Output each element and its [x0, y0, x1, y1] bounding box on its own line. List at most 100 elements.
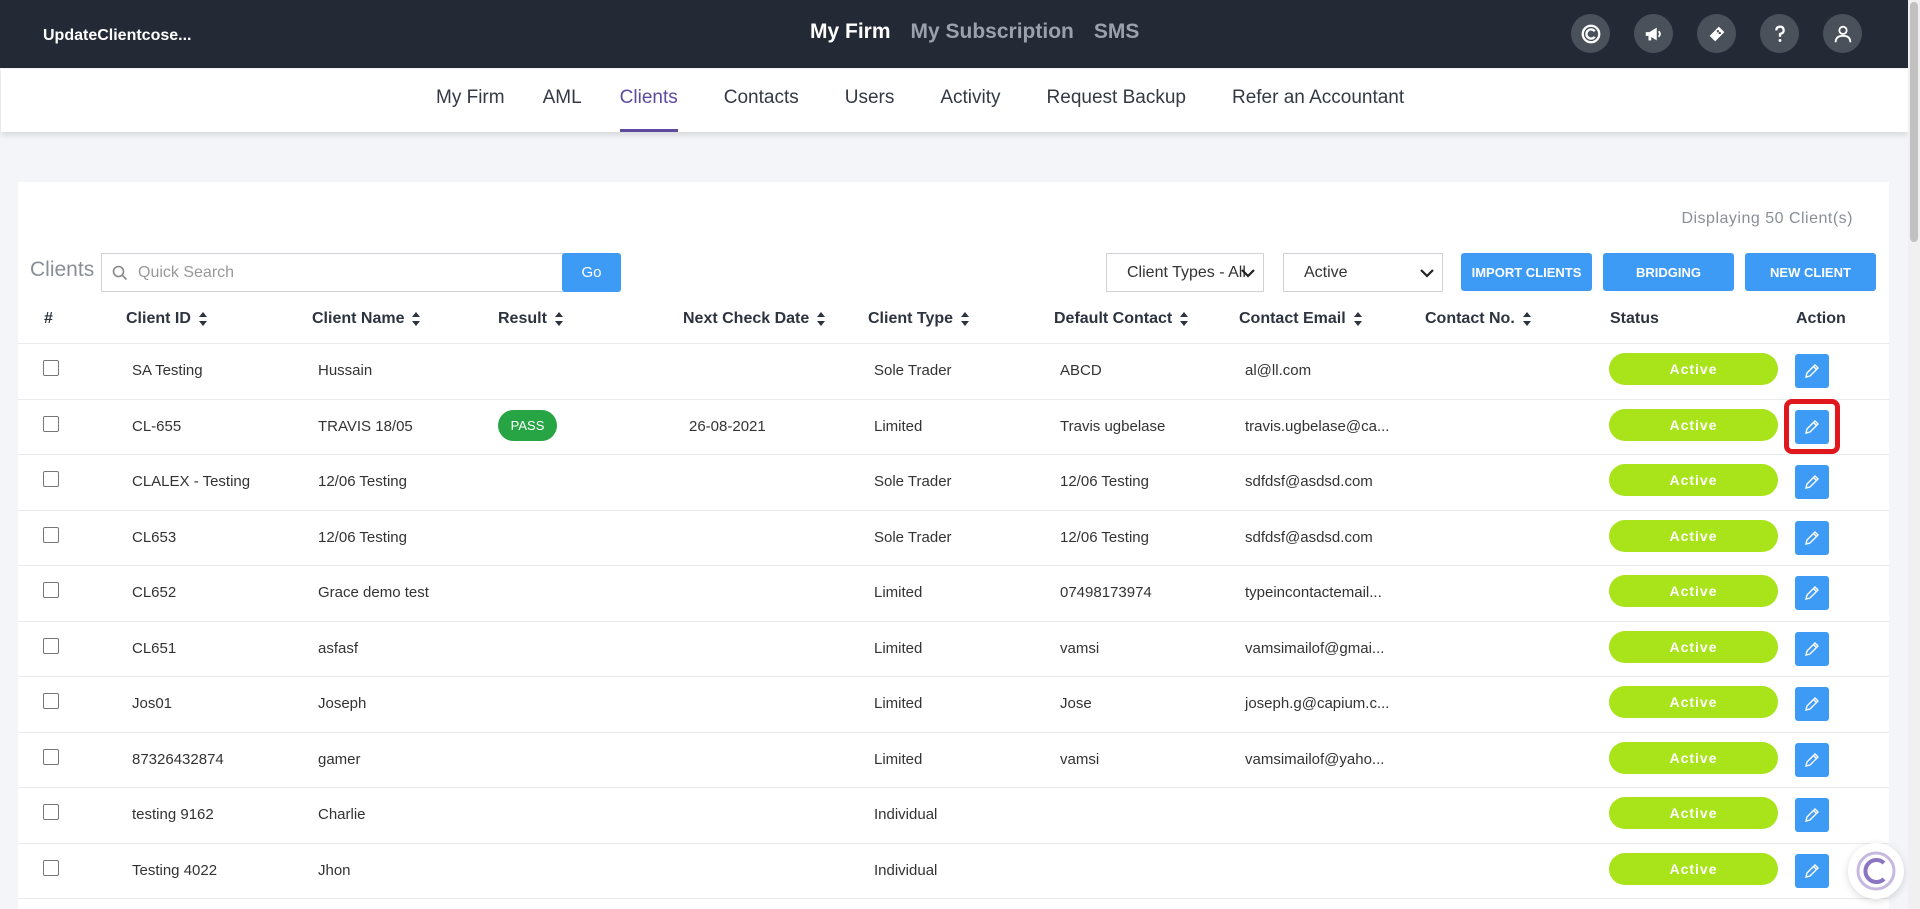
import-clients-button[interactable]: IMPORT CLIENTS: [1461, 253, 1592, 291]
capium-logo-icon[interactable]: [1571, 14, 1610, 53]
header-label: Next Check Date: [683, 310, 810, 327]
cell-contact-email: sdfdsf@asdsd.com: [1245, 528, 1373, 546]
edit-client-button[interactable]: [1795, 687, 1829, 721]
megaphone-icon[interactable]: [1634, 14, 1673, 53]
header-hash-label: #: [44, 310, 53, 327]
client-types-select[interactable]: Client Types - All: [1106, 253, 1264, 292]
row-checkbox[interactable]: [43, 748, 59, 765]
tab-my-firm[interactable]: My Firm: [436, 87, 505, 132]
edit-client-button[interactable]: [1795, 465, 1829, 499]
sort-icon[interactable]: [412, 312, 421, 326]
page-scrollbar[interactable]: [1908, 0, 1920, 909]
sort-icon[interactable]: [198, 312, 207, 326]
help-icon[interactable]: [1760, 14, 1799, 53]
top-nav-my-firm[interactable]: My Firm: [810, 20, 891, 44]
sort-icon[interactable]: [817, 312, 826, 326]
search-icon: [112, 265, 128, 281]
top-nav-my-subscription[interactable]: My Subscription: [911, 20, 1074, 44]
tab-clients[interactable]: Clients: [619, 87, 678, 132]
status-badge[interactable]: Active: [1609, 464, 1778, 496]
pencil-icon: [1805, 697, 1819, 711]
row-checkbox[interactable]: [43, 804, 59, 820]
status-badge[interactable]: Active: [1609, 797, 1778, 829]
cell-default-contact: Travis ugbelase: [1060, 417, 1166, 435]
pencil-icon: [1805, 863, 1819, 878]
header-label: Default Contact: [1054, 310, 1173, 327]
cell-default-contact: Jose: [1060, 695, 1092, 712]
status-badge[interactable]: Active: [1609, 686, 1778, 718]
cell-client-id: CL653: [132, 528, 177, 546]
search-box: [101, 253, 569, 292]
scrollbar-thumb[interactable]: [1910, 2, 1918, 242]
header-label: Status: [1610, 310, 1659, 327]
cell-client-type: Limited: [874, 639, 923, 657]
user-icon[interactable]: [1823, 14, 1862, 53]
tab-contacts[interactable]: Contacts: [724, 87, 799, 132]
ticket-icon[interactable]: [1697, 14, 1736, 53]
tab-users[interactable]: Users: [845, 87, 895, 132]
edit-client-button[interactable]: [1795, 576, 1829, 610]
tab-request-backup[interactable]: Request Backup: [1047, 87, 1186, 132]
sort-icon[interactable]: [554, 312, 563, 326]
chevron-down-icon: [1420, 269, 1434, 278]
cell-next-check-date: 26-08-2021: [689, 417, 766, 435]
status-badge[interactable]: Active: [1609, 575, 1778, 607]
search-input[interactable]: [138, 259, 558, 287]
top-nav-sms[interactable]: SMS: [1094, 20, 1140, 44]
cell-client-name: Hussain: [318, 362, 373, 379]
go-button[interactable]: Go: [562, 253, 621, 292]
row-checkbox[interactable]: [43, 526, 59, 543]
status-badge[interactable]: Active: [1609, 408, 1778, 441]
section-nav: My Firm AML Clients Contacts Users Activ…: [1, 69, 1908, 132]
header-client-name[interactable]: Client Name: [312, 310, 421, 328]
row-checkbox[interactable]: [43, 471, 59, 487]
row-checkbox[interactable]: [43, 693, 59, 709]
bridging-button[interactable]: BRIDGING: [1603, 253, 1734, 291]
sort-icon[interactable]: [1522, 312, 1531, 326]
header-result[interactable]: Result: [498, 310, 563, 328]
cell-client-id: testing 9162: [132, 806, 214, 823]
edit-client-button[interactable]: [1795, 742, 1829, 777]
status-badge[interactable]: Active: [1609, 741, 1778, 774]
row-checkbox[interactable]: [43, 859, 59, 876]
sort-icon[interactable]: [1180, 312, 1189, 326]
row-checkbox[interactable]: [43, 360, 59, 376]
header-next-check-date[interactable]: Next Check Date: [683, 310, 826, 328]
table-row: CL653 12/06 Testing Sole Trader 12/06 Testi…: [18, 511, 1889, 566]
cell-client-id: CL651: [132, 639, 177, 657]
header-default-contact[interactable]: Default Contact: [1054, 310, 1189, 328]
header-client-id[interactable]: Client ID: [126, 310, 207, 328]
edit-client-button[interactable]: [1795, 853, 1829, 888]
section-nav-items: My Firm AML Clients Contacts Users Activ…: [436, 87, 1404, 132]
edit-client-button[interactable]: [1795, 798, 1829, 832]
tab-aml[interactable]: AML: [543, 87, 582, 132]
header-contact-email[interactable]: Contact Email: [1239, 310, 1362, 328]
status-badge[interactable]: Active: [1609, 519, 1778, 552]
sort-icon[interactable]: [961, 312, 970, 326]
status-badge[interactable]: Active: [1609, 852, 1778, 885]
cell-client-name: asfasf: [318, 639, 359, 657]
status-badge[interactable]: Active: [1609, 353, 1778, 385]
tab-activity[interactable]: Activity: [940, 87, 1000, 132]
edit-client-button[interactable]: [1795, 631, 1829, 666]
edit-client-button[interactable]: [1795, 354, 1829, 388]
row-checkbox[interactable]: [43, 582, 59, 598]
chevron-down-icon: [1241, 269, 1255, 278]
header-contact-no[interactable]: Contact No.: [1425, 310, 1531, 328]
row-checkbox[interactable]: [43, 637, 59, 654]
chat-widget-button[interactable]: [1848, 843, 1904, 899]
cell-client-id: CL-655: [132, 417, 182, 435]
status-filter-select[interactable]: Active: [1283, 253, 1443, 292]
status-badge[interactable]: Active: [1609, 630, 1778, 663]
cell-client-type: Individual: [874, 861, 938, 879]
tab-refer-an-accountant[interactable]: Refer an Accountant: [1232, 87, 1404, 132]
pencil-icon: [1805, 475, 1819, 489]
sort-icon[interactable]: [1353, 312, 1362, 326]
firm-name[interactable]: UpdateClientcose...: [43, 27, 191, 45]
new-client-button[interactable]: NEW CLIENT: [1745, 253, 1876, 291]
header-client-type[interactable]: Client Type: [868, 310, 970, 328]
edit-client-button[interactable]: [1795, 520, 1829, 555]
cell-client-name: 12/06 Testing: [318, 528, 407, 546]
row-checkbox[interactable]: [43, 415, 59, 432]
cell-default-contact: vamsi: [1060, 639, 1100, 657]
